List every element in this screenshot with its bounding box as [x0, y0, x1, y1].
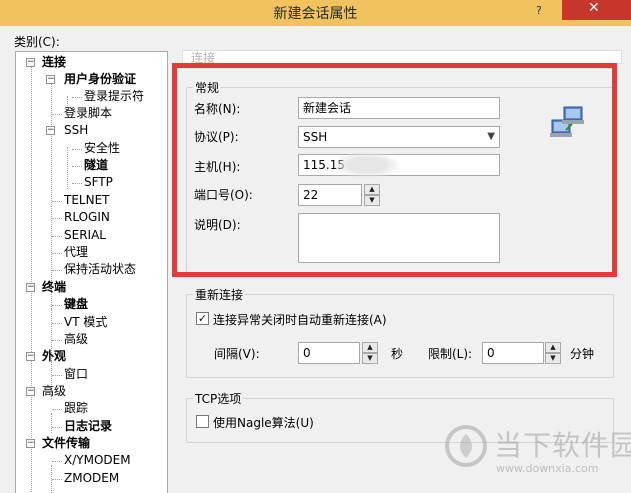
- tree-line: [72, 97, 82, 98]
- interval-input[interactable]: 0: [298, 342, 360, 364]
- spin-down-icon[interactable]: ▼: [362, 353, 378, 364]
- tree-item[interactable]: TELNET: [64, 192, 110, 209]
- tree-line: [52, 236, 62, 237]
- title-bar: 新建会话属性 ? ✕: [0, 0, 631, 26]
- watermark-url: www.downxia.com: [496, 462, 599, 475]
- highlight-frame: [172, 63, 617, 277]
- interval-unit: 秒: [391, 347, 404, 361]
- help-icon: ?: [536, 4, 542, 17]
- tree-line: [52, 340, 62, 341]
- tree-expander-icon[interactable]: −: [26, 283, 35, 292]
- tree-line: [72, 166, 82, 167]
- reconnect-group: 重新连接: [186, 286, 614, 378]
- limit-label: 限制(L):: [428, 347, 473, 361]
- tree-item[interactable]: 登录脚本: [64, 105, 112, 122]
- tree-expander-icon[interactable]: −: [26, 352, 35, 361]
- watermark: 当下软件园 www.downxia.com: [444, 420, 631, 490]
- tree-line: [52, 201, 62, 202]
- tree-item[interactable]: 键盘: [64, 296, 88, 313]
- tree-item[interactable]: 高级: [64, 331, 88, 348]
- tree-item[interactable]: 隧道: [84, 157, 108, 174]
- tree-line: [52, 305, 62, 306]
- tree-item[interactable]: 窗口: [64, 366, 88, 383]
- tree-item[interactable]: SERIAL: [64, 227, 106, 244]
- spin-up-icon[interactable]: ▲: [545, 342, 561, 353]
- tree-expander-icon[interactable]: −: [26, 58, 35, 67]
- limit-spinner[interactable]: ▲ ▼: [545, 342, 561, 364]
- close-button[interactable]: ✕: [562, 0, 631, 20]
- tree-line: [51, 413, 52, 433]
- tree-item[interactable]: 连接: [42, 54, 66, 71]
- tree-item[interactable]: 高级: [42, 383, 66, 400]
- watermark-text: 当下软件园: [494, 429, 631, 462]
- tree-item[interactable]: 文件传输: [42, 435, 90, 452]
- tree-line: [31, 62, 32, 492]
- tree-expander-icon[interactable]: −: [46, 75, 55, 84]
- interval-label: 间隔(V):: [214, 347, 260, 361]
- interval-spinner[interactable]: ▲ ▼: [362, 342, 378, 364]
- tree-line: [72, 149, 82, 150]
- tree-line: [52, 461, 62, 462]
- tree-item[interactable]: 日志记录: [64, 418, 112, 435]
- tcp-group-title: TCP选项: [193, 390, 244, 407]
- tree-item[interactable]: 登录提示符: [84, 88, 144, 105]
- tree-line: [52, 323, 62, 324]
- tree-line: [52, 479, 62, 480]
- dialog-window: 新建会话属性 ? ✕ 类别(C): − 连接 − 用户身份验证 登录提示符 登录脚本 − SS…: [0, 0, 631, 493]
- section-header: 连接: [182, 50, 622, 65]
- tree-line: [52, 270, 62, 271]
- limit-unit: 分钟: [570, 347, 595, 361]
- tree-item[interactable]: 安全性: [84, 140, 120, 157]
- tree-line: [52, 409, 62, 410]
- tree-item[interactable]: 跟踪: [64, 400, 88, 417]
- tree-line: [67, 147, 68, 189]
- category-label: 类别(C):: [14, 35, 60, 49]
- nagle-label[interactable]: 使用Nagle算法(U): [213, 414, 314, 431]
- tree-item[interactable]: 保持活动状态: [64, 261, 136, 278]
- close-icon: ✕: [588, 0, 600, 16]
- spin-down-icon[interactable]: ▼: [545, 353, 561, 364]
- tree-expander-icon[interactable]: −: [46, 126, 55, 135]
- tree-item[interactable]: 用户身份验证: [64, 71, 136, 88]
- tree-item[interactable]: RLOGIN: [64, 209, 110, 226]
- tree-line: [52, 114, 62, 115]
- tree-expander-icon[interactable]: −: [26, 439, 35, 448]
- tree-expander-icon[interactable]: −: [26, 387, 35, 396]
- auto-reconnect-checkbox[interactable]: ✓: [196, 312, 209, 325]
- category-tree[interactable]: − 连接 − 用户身份验证 登录提示符 登录脚本 − SSH 安全性 隧道 SFTP TELNET RL…: [15, 51, 168, 493]
- tree-item[interactable]: X/YMODEM: [64, 452, 131, 469]
- spin-up-icon[interactable]: ▲: [362, 342, 378, 353]
- tree-item[interactable]: VT 模式: [64, 314, 107, 331]
- watermark-logo-icon: [445, 425, 487, 467]
- tree-item[interactable]: SSH: [64, 122, 88, 139]
- tree-item[interactable]: SFTP: [84, 174, 113, 191]
- tree-line: [52, 375, 62, 376]
- help-button[interactable]: ?: [520, 2, 560, 22]
- tree-item[interactable]: 终端: [42, 279, 66, 296]
- reconnect-group-title: 重新连接: [193, 286, 246, 303]
- tree-line: [52, 218, 62, 219]
- tree-item[interactable]: 外观: [42, 348, 66, 365]
- tree-item[interactable]: ZMODEM: [64, 470, 119, 487]
- tree-item[interactable]: 代理: [64, 244, 88, 261]
- nagle-checkbox[interactable]: [196, 415, 209, 428]
- tree-line: [52, 427, 62, 428]
- tree-line: [72, 183, 82, 184]
- auto-reconnect-label[interactable]: 连接异常关闭时自动重新连接(A): [213, 311, 387, 328]
- limit-input[interactable]: 0: [482, 342, 544, 364]
- tree-line: [52, 253, 62, 254]
